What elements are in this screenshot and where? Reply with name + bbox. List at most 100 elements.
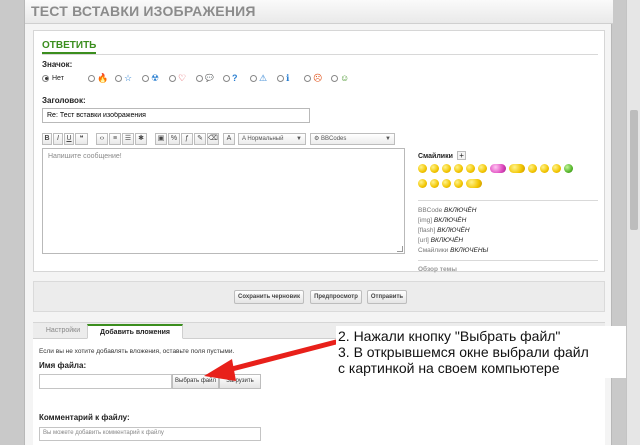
list-item-button[interactable]: ✱ <box>135 133 147 145</box>
quote-button[interactable]: ❝ <box>75 133 88 145</box>
underline-button[interactable]: U <box>64 133 74 145</box>
scrollbar[interactable] <box>626 0 640 445</box>
smiley-icon[interactable] <box>442 178 451 188</box>
icon-none-label: Нет <box>52 74 64 82</box>
chevron-down-icon: ▼ <box>296 136 302 142</box>
filename-field[interactable] <box>39 374 172 389</box>
radio-button[interactable] <box>277 74 284 82</box>
pencil-icon: ✎ <box>197 135 203 142</box>
radio-button[interactable] <box>115 74 122 82</box>
choose-file-button[interactable]: Выбрать файл <box>172 374 219 389</box>
scrollbar-thumb[interactable] <box>630 110 638 230</box>
smiley-icon[interactable] <box>442 163 451 173</box>
editor-placeholder: Напишите сообщение! <box>48 153 122 160</box>
radio-button[interactable] <box>223 74 230 82</box>
smiley-icon[interactable] <box>509 163 525 173</box>
numbered-list-icon: ☰ <box>124 135 132 142</box>
smiley-icon[interactable] <box>430 178 439 188</box>
annotation-line-2: 3. В открывшемся окне выбрали файл <box>338 344 589 360</box>
icon-option-info[interactable]: ℹ <box>277 72 289 84</box>
color-button[interactable]: ✎ <box>194 133 206 145</box>
icon-option-star[interactable]: ☆ <box>115 72 132 84</box>
smiley-icon[interactable] <box>430 163 439 173</box>
upload-button[interactable]: Загрузить <box>219 374 261 389</box>
smiley-icon[interactable] <box>454 178 463 188</box>
bbinfo-state: ВКЛЮЧЁН <box>433 217 467 225</box>
italic-button[interactable]: I <box>53 133 63 145</box>
tab-settings[interactable]: Настройки <box>41 324 85 339</box>
icon-option-angry[interactable]: ☹ <box>304 72 322 84</box>
bold-button[interactable]: B <box>42 133 52 145</box>
submit-button[interactable]: Отправить <box>367 290 407 304</box>
more-smilies-button[interactable]: + <box>457 151 467 161</box>
bbcode-status: BBCode ВКЛЮЧЁН [img] ВКЛЮЧЁН [flash] ВКЛ… <box>418 200 598 256</box>
radio-button[interactable] <box>250 74 257 82</box>
smiley-icon[interactable] <box>466 178 482 188</box>
smiley-icon[interactable] <box>418 178 427 188</box>
smiley-icon[interactable] <box>454 163 463 173</box>
editor-sidebar: Смайлики + BBCode ВКЛЮЧЁН [img] ВКЛЮЧЁН … <box>418 151 598 273</box>
bbinfo-name: [flash] <box>418 227 436 235</box>
smiley-icon[interactable] <box>418 163 427 173</box>
code-button[interactable]: ‹› <box>96 133 108 145</box>
radio-button[interactable] <box>88 74 95 82</box>
bbinfo-name: BBCode <box>418 207 443 215</box>
numbered-list-button[interactable]: ☰ <box>122 133 134 145</box>
icon-option-speech[interactable]: 💬 <box>196 72 214 84</box>
topic-overview-link[interactable]: Обзор темы <box>418 260 598 273</box>
attachment-hint: Если вы не хотите добавлять вложения, ос… <box>39 348 235 355</box>
speech-bubble-icon: 💬 <box>205 74 214 82</box>
smiley-icon[interactable] <box>540 163 549 173</box>
smiley-icon[interactable] <box>466 163 475 173</box>
image-button[interactable]: ▣ <box>155 133 167 145</box>
divider <box>42 54 598 55</box>
asterisk-icon: ✱ <box>138 135 144 142</box>
smiley-icon[interactable] <box>528 163 537 173</box>
flash-button[interactable]: ƒ <box>181 133 193 145</box>
clear-format-button[interactable]: ⌫ <box>207 133 219 145</box>
comment-label: Комментарий к файлу: <box>39 413 130 422</box>
font-select[interactable]: A Нормальный ▼ <box>238 133 306 145</box>
icon-option-radiation[interactable]: ☢ <box>142 72 159 84</box>
resize-grip[interactable] <box>397 246 403 252</box>
font-size-button[interactable]: A <box>223 133 235 145</box>
radio-button[interactable] <box>42 74 49 82</box>
radio-button[interactable] <box>196 74 203 82</box>
annotation-line-3: с картинкой на своем компьютере <box>338 360 560 376</box>
preview-button[interactable]: Предпросмотр <box>310 290 362 304</box>
list-icon: ≡ <box>112 135 118 142</box>
chevron-down-icon: ▼ <box>385 136 391 142</box>
icon-option-fire[interactable]: 🔥 <box>88 72 108 84</box>
title-input[interactable] <box>42 108 310 123</box>
message-editor[interactable]: Напишите сообщение! <box>42 148 405 254</box>
radio-button[interactable] <box>331 74 338 82</box>
bbinfo-state: ВКЛЮЧЁН <box>430 237 464 245</box>
link-button[interactable]: % <box>168 133 180 145</box>
title-label: Заголовок: <box>42 96 86 105</box>
icon-label: Значок: <box>42 60 73 69</box>
forum-page: ТЕСТ ВСТАВКИ ИЗОБРАЖЕНИЯ ОТВЕТИТЬ Значок… <box>24 0 613 445</box>
radio-button[interactable] <box>304 74 311 82</box>
smiley-icon[interactable] <box>564 163 573 173</box>
radio-button[interactable] <box>169 74 176 82</box>
smiley-icon[interactable] <box>552 163 561 173</box>
icon-option-question[interactable]: ? <box>223 72 238 84</box>
icon-option-heart[interactable]: ♡ <box>169 72 186 84</box>
icon-option-happy[interactable]: ☺ <box>331 72 349 84</box>
list-button[interactable]: ≡ <box>109 133 121 145</box>
smiley-icon[interactable] <box>478 163 487 173</box>
font-size-icon: A <box>226 135 232 142</box>
smiley-icon[interactable] <box>490 163 506 173</box>
icon-option-none[interactable]: Нет <box>42 72 64 84</box>
radiation-icon: ☢ <box>151 72 160 83</box>
bbcodes-select[interactable]: ⚙ BBCodes ▼ <box>310 133 395 145</box>
angry-face-icon: ☹ <box>313 72 323 83</box>
page-title: ТЕСТ ВСТАВКИ ИЗОБРАЖЕНИЯ <box>31 3 256 19</box>
tab-add-attachments[interactable]: Добавить вложения <box>87 324 183 339</box>
radio-button[interactable] <box>142 74 149 82</box>
fire-icon: 🔥 <box>97 72 109 83</box>
icon-option-warning[interactable]: ⚠ <box>250 72 267 84</box>
editor-toolbar: B I U ❝ ‹› ≡ ☰ ✱ ▣ % ƒ ✎ ⌫ A A Нормальны… <box>42 133 414 147</box>
comment-field[interactable]: Вы можете добавить комментарий к файлу <box>39 427 261 441</box>
save-draft-button[interactable]: Сохранить черновик <box>234 290 304 304</box>
